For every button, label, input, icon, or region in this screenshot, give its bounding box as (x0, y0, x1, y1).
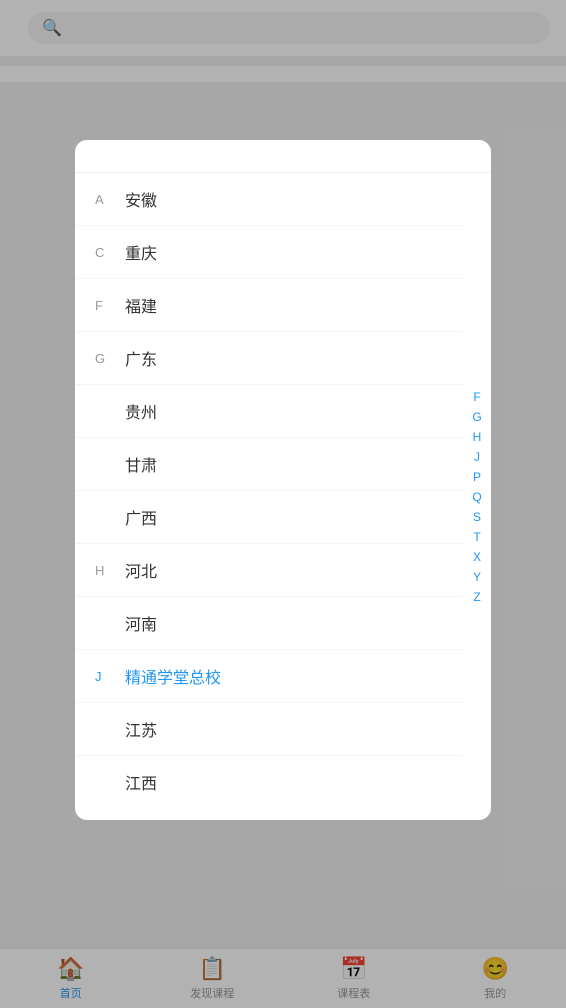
alpha-index-letter[interactable]: Y (473, 571, 481, 583)
list-item[interactable]: C 重庆 (75, 226, 463, 279)
alpha-index-sidebar[interactable]: FGHJPQSTXYZ (463, 173, 491, 820)
list-item[interactable]: F 福建 (75, 279, 463, 332)
alpha-index-letter[interactable]: T (473, 531, 480, 543)
branch-name: 广东 (125, 346, 157, 370)
alpha-index-letter[interactable]: Z (473, 591, 480, 603)
modal-title (75, 140, 491, 173)
section-letter: H (95, 563, 117, 578)
branch-name: 甘肃 (125, 452, 157, 476)
section-letter: A (95, 192, 117, 207)
branch-name: 河南 (125, 611, 157, 635)
branch-name: 贵州 (125, 399, 157, 423)
section-letter: J (95, 669, 117, 684)
list-item[interactable]: G 广东 (75, 332, 463, 385)
list-item[interactable]: A 安徽 (75, 173, 463, 226)
list-item[interactable]: 江西 (75, 756, 463, 808)
branch-selection-modal: A安徽C重庆F福建G广东贵州甘肃广西H河北河南J精通学堂总校江苏江西 FGHJP… (75, 140, 491, 820)
alpha-index-letter[interactable]: S (473, 511, 481, 523)
branch-name: 重庆 (125, 240, 157, 264)
list-item[interactable]: 河南 (75, 597, 463, 650)
branch-list[interactable]: A 安徽 C 重庆 F 福建 G 广东贵州甘肃广西 H 河北河南 J 精通学堂总校江苏江西 (75, 173, 463, 820)
branch-name: 安徽 (125, 187, 157, 211)
alpha-index-letter[interactable]: G (472, 411, 481, 423)
section-letter: C (95, 245, 117, 260)
list-item[interactable]: 贵州 (75, 385, 463, 438)
branch-name: 福建 (125, 293, 157, 317)
list-item[interactable]: 甘肃 (75, 438, 463, 491)
alpha-index-letter[interactable]: X (473, 551, 481, 563)
modal-body: A安徽C重庆F福建G广东贵州甘肃广西H河北河南J精通学堂总校江苏江西 FGHJP… (75, 173, 491, 820)
branch-name: 江西 (125, 770, 157, 794)
alpha-index-letter[interactable]: Q (472, 491, 481, 503)
alpha-index-letter[interactable]: P (473, 471, 481, 483)
list-item[interactable]: 广西 (75, 491, 463, 544)
section-letter: F (95, 298, 117, 313)
list-item[interactable]: J 精通学堂总校 (75, 650, 463, 703)
branch-name: 广西 (125, 505, 157, 529)
alpha-index-letter[interactable]: H (473, 431, 482, 443)
alpha-index-letter[interactable]: F (473, 391, 480, 403)
branch-name: 河北 (125, 558, 157, 582)
alpha-index-letter[interactable]: J (474, 451, 480, 463)
list-item[interactable]: 江苏 (75, 703, 463, 756)
branch-name: 精通学堂总校 (125, 664, 221, 688)
list-item[interactable]: H 河北 (75, 544, 463, 597)
branch-name: 江苏 (125, 717, 157, 741)
section-letter: G (95, 351, 117, 366)
